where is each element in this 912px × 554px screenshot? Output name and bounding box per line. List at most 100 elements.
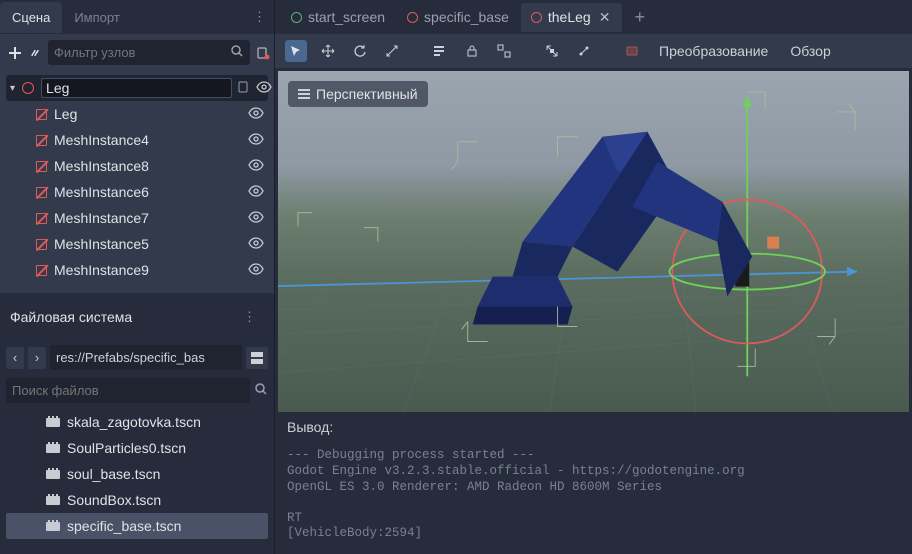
rotate-tool[interactable]	[349, 40, 371, 62]
mesh-node-icon	[34, 263, 48, 277]
file-name: SoulParticles0.tscn	[67, 440, 186, 456]
new-tab-button[interactable]: +	[624, 1, 655, 34]
view-mode-toggle[interactable]	[246, 347, 268, 369]
group-tool[interactable]	[493, 40, 515, 62]
visibility-toggle-icon[interactable]	[248, 211, 264, 226]
snap-tool[interactable]	[541, 40, 563, 62]
node-label: Leg	[54, 106, 242, 122]
mesh-node-icon	[34, 159, 48, 173]
viewport-toolbar: Преобразование Обзор	[275, 34, 912, 68]
filesystem-item[interactable]: soul_base.tscn	[6, 461, 268, 487]
scene-file-icon	[46, 468, 60, 480]
move-tool[interactable]	[317, 40, 339, 62]
dock-menu-icon[interactable]: ⋮	[245, 1, 274, 33]
tab-label: start_screen	[308, 9, 385, 25]
node-label: MeshInstance8	[54, 158, 242, 174]
tree-node[interactable]: MeshInstance5	[6, 231, 268, 257]
file-name: skala_zagotovka.tscn	[67, 414, 201, 430]
viewport-overlay	[278, 71, 909, 412]
snap-config-tool[interactable]	[573, 40, 595, 62]
expand-arrow-icon[interactable]: ▾	[10, 83, 15, 94]
tab-label: theLeg	[548, 9, 591, 25]
script-badge-icon[interactable]	[238, 81, 250, 96]
visibility-toggle-icon[interactable]	[248, 237, 264, 252]
tab-scene[interactable]: Сцена	[0, 2, 62, 33]
scene-toolbar	[0, 34, 274, 71]
scene-file-icon	[46, 494, 60, 506]
filesystem-item[interactable]: specific_base.tscn	[6, 513, 268, 539]
spatial-node-icon	[21, 81, 35, 95]
select-tool[interactable]	[285, 40, 307, 62]
mesh-node-icon	[34, 107, 48, 121]
node-label: MeshInstance9	[54, 262, 242, 278]
filesystem-list: skala_zagotovka.tscn SoulParticles0.tscn…	[0, 407, 274, 554]
mesh-node-icon	[34, 133, 48, 147]
node-label: MeshInstance7	[54, 210, 242, 226]
tree-node[interactable]: MeshInstance9	[6, 257, 268, 283]
add-node-button[interactable]	[8, 42, 22, 64]
filesystem-item[interactable]: SoulParticles0.tscn	[6, 435, 268, 461]
filesystem-nav: ‹ ›	[0, 341, 274, 374]
editor-tab[interactable]: start_screen	[281, 3, 395, 31]
tab-import[interactable]: Импорт	[62, 2, 131, 33]
node-name-input[interactable]	[41, 78, 232, 98]
output-body[interactable]: --- Debugging process started --- Godot …	[275, 442, 912, 554]
scene-filter-wrap	[48, 40, 250, 65]
filesystem-search	[0, 374, 274, 407]
tree-node[interactable]: Leg	[6, 101, 268, 127]
node-label: MeshInstance5	[54, 236, 242, 252]
scale-tool[interactable]	[381, 40, 403, 62]
tab-status-icon	[407, 12, 418, 23]
file-name: soul_base.tscn	[67, 466, 160, 482]
search-icon[interactable]	[254, 382, 268, 399]
scene-file-icon	[46, 442, 60, 454]
output-header: Вывод:	[275, 412, 912, 442]
file-name: specific_base.tscn	[67, 518, 181, 534]
tree-node-root[interactable]: ▾	[6, 75, 268, 101]
filesystem-search-input[interactable]	[6, 378, 250, 403]
filesystem-title: Файловая система	[10, 309, 235, 325]
nav-back-button[interactable]: ‹	[6, 347, 24, 369]
attach-script-button[interactable]	[256, 42, 270, 64]
tree-node[interactable]: MeshInstance8	[6, 153, 268, 179]
tab-label: specific_base	[424, 9, 509, 25]
tree-node[interactable]: MeshInstance7	[6, 205, 268, 231]
scene-file-icon	[46, 520, 60, 532]
visibility-toggle-icon[interactable]	[248, 159, 264, 174]
visibility-toggle-icon[interactable]	[248, 263, 264, 278]
viewport-3d[interactable]: Перспективный	[278, 71, 909, 412]
visibility-toggle-icon[interactable]	[256, 81, 272, 96]
nav-forward-button[interactable]: ›	[28, 347, 46, 369]
filesystem-item[interactable]: SoundBox.tscn	[6, 487, 268, 513]
scene-filter-input[interactable]	[54, 45, 230, 60]
visibility-toggle-icon[interactable]	[248, 133, 264, 148]
left-panel: Сцена Импорт ⋮ ▾	[0, 0, 275, 554]
filesystem-menu-icon[interactable]: ⋮	[235, 301, 264, 333]
editor-scene-tabs: start_screen specific_base theLeg ✕+	[275, 0, 912, 34]
scene-dock-tabs: Сцена Импорт ⋮	[0, 0, 274, 34]
node-label: MeshInstance6	[54, 184, 242, 200]
close-tab-icon[interactable]: ✕	[597, 9, 613, 26]
tree-node[interactable]: MeshInstance4	[6, 127, 268, 153]
editor-tab[interactable]: specific_base	[397, 3, 519, 31]
visibility-toggle-icon[interactable]	[248, 107, 264, 122]
list-select-tool[interactable]	[429, 40, 451, 62]
view-menu[interactable]: Обзор	[784, 40, 836, 62]
lock-tool[interactable]	[461, 40, 483, 62]
node-label: MeshInstance4	[54, 132, 242, 148]
visibility-toggle-icon[interactable]	[248, 185, 264, 200]
mesh-node-icon	[34, 211, 48, 225]
tree-node[interactable]: MeshInstance6	[6, 179, 268, 205]
file-name: SoundBox.tscn	[67, 492, 161, 508]
tab-status-icon	[531, 12, 542, 23]
transform-menu[interactable]: Преобразование	[653, 40, 774, 62]
filesystem-item[interactable]: skala_zagotovka.tscn	[6, 409, 268, 435]
editor-tab[interactable]: theLeg ✕	[521, 3, 623, 32]
right-panel: start_screen specific_base theLeg ✕+ Пре…	[275, 0, 912, 554]
search-icon[interactable]	[230, 44, 244, 61]
filesystem-path-input[interactable]	[50, 345, 242, 370]
instance-scene-button[interactable]	[28, 42, 42, 64]
camera-tool[interactable]	[621, 40, 643, 62]
tab-status-icon	[291, 12, 302, 23]
filesystem-header: Файловая система ⋮	[0, 293, 274, 341]
